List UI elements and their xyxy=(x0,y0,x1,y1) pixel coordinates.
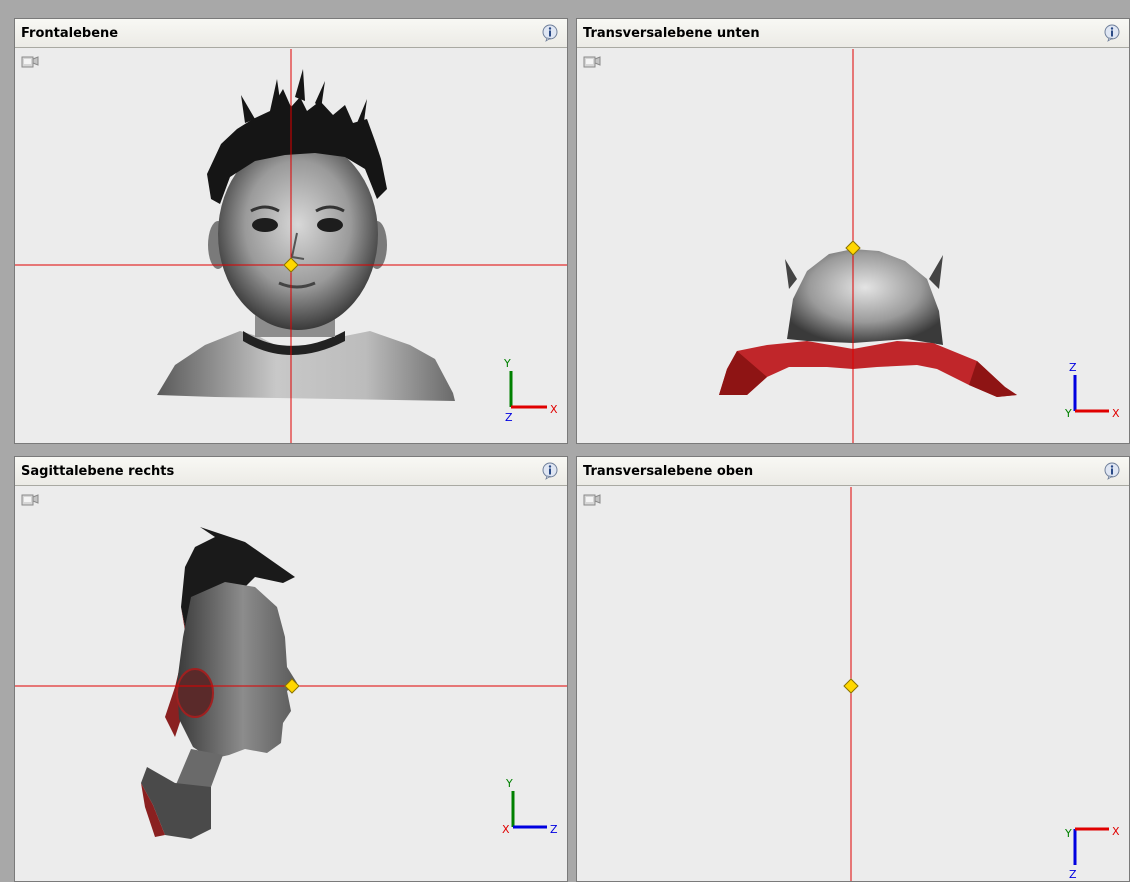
viewport-frontal[interactable]: Y X Z xyxy=(15,49,567,443)
shirt-scan xyxy=(719,341,1017,397)
svg-text:Z: Z xyxy=(1069,868,1077,881)
svg-text:Z: Z xyxy=(550,823,558,836)
svg-text:Y: Y xyxy=(505,777,513,790)
svg-text:X: X xyxy=(1112,407,1120,420)
scene-frontal: Y X Z xyxy=(15,49,567,443)
scene-sagittal: Y Z X xyxy=(15,527,567,839)
landmark-marker xyxy=(843,678,859,694)
axis-gizmo: Y Z X xyxy=(502,777,558,836)
head-underside-scan xyxy=(787,249,943,345)
panel-header: Transversalebene unten xyxy=(577,19,1129,48)
panel-header: Sagittalebene rechts xyxy=(15,457,567,486)
panel-header: Frontalebene xyxy=(15,19,567,48)
panel-transversal-unten: Transversalebene unten Z X Y xyxy=(576,18,1130,444)
panel-title: Sagittalebene rechts xyxy=(21,464,175,479)
panel-title: Transversalebene unten xyxy=(583,26,760,41)
axis-gizmo: Z X Y xyxy=(1064,361,1120,420)
shirt-scan xyxy=(157,331,455,401)
info-icon[interactable] xyxy=(1103,24,1121,42)
svg-text:Z: Z xyxy=(1069,361,1077,374)
panel-sagittal-rechts: Sagittalebene rechts Y Z X xyxy=(14,456,568,882)
axis-gizmo: Y X Z xyxy=(503,357,558,424)
viewport-transversal-unten[interactable]: Z X Y xyxy=(577,49,1129,443)
panel-transversal-oben: Transversalebene oben Z X Y xyxy=(576,456,1130,882)
info-icon[interactable] xyxy=(541,24,559,42)
axis-gizmo: Z X Y xyxy=(1064,825,1120,881)
viewport-sagittal[interactable]: Y Z X xyxy=(15,487,567,881)
panel-title: Transversalebene oben xyxy=(583,464,754,479)
panel-title: Frontalebene xyxy=(21,26,119,41)
svg-text:Y: Y xyxy=(1064,407,1072,420)
panel-header: Transversalebene oben xyxy=(577,457,1129,486)
viewport-transversal-oben[interactable]: Z X Y xyxy=(577,487,1129,881)
scene-transversal-oben: Z X Y xyxy=(843,487,1120,881)
svg-text:Y: Y xyxy=(503,357,511,370)
svg-text:X: X xyxy=(550,403,558,416)
svg-text:X: X xyxy=(1112,825,1120,838)
svg-text:Z: Z xyxy=(505,411,513,424)
panel-frontal: Frontalebene Y X Z xyxy=(14,18,568,444)
info-icon[interactable] xyxy=(541,462,559,480)
info-icon[interactable] xyxy=(1103,462,1121,480)
svg-text:X: X xyxy=(502,823,510,836)
scene-transversal-unten: Z X Y xyxy=(719,49,1120,443)
svg-text:Y: Y xyxy=(1064,827,1072,840)
